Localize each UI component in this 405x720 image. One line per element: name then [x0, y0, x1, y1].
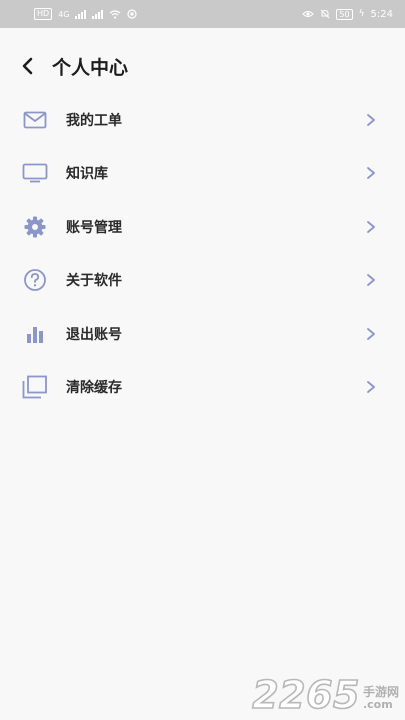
chevron-right-icon [367, 220, 375, 233]
menu-item-my-tickets[interactable]: 我的工单 [0, 93, 405, 147]
profile-menu: 我的工单 知识库 账号管理 关于软件 退出账号 清除缓存 [0, 93, 405, 414]
wifi-icon [110, 9, 121, 19]
chevron-right-icon [367, 113, 375, 126]
status-bar: HD 4G 50 ϟ 5:24 [0, 0, 405, 28]
status-bar-left: HD 4G [34, 8, 138, 20]
mail-icon [22, 107, 48, 133]
watermark-suffix-cn: 手游网 [362, 685, 399, 699]
battery-indicator: 50 [336, 8, 353, 20]
status-bar-right: 50 ϟ 5:24 [302, 8, 393, 20]
menu-item-label: 知识库 [66, 166, 108, 183]
charging-icon: ϟ [358, 9, 365, 19]
sync-icon [127, 9, 138, 19]
menu-item-knowledge-base[interactable]: 知识库 [0, 147, 405, 201]
watermark-number: 2265 [251, 673, 360, 717]
chevron-right-icon [367, 274, 375, 287]
monitor-icon [22, 160, 48, 186]
layers-icon [22, 374, 48, 400]
menu-item-account-management[interactable]: 账号管理 [0, 200, 405, 254]
back-button[interactable] [16, 55, 38, 77]
question-circle-icon [22, 267, 48, 293]
mute-bell-icon [321, 9, 330, 19]
watermark-suffix: 手游网 .com [363, 685, 399, 711]
signal-strength-icon [75, 9, 87, 19]
bar-chart-icon [22, 321, 48, 347]
chevron-right-icon [367, 167, 375, 180]
gear-icon [22, 214, 48, 240]
menu-item-label: 退出账号 [66, 326, 122, 343]
site-watermark: 2265 手游网 .com [251, 673, 399, 717]
back-arrow-icon [22, 57, 33, 75]
watermark-suffix-domain: .com [362, 698, 393, 711]
menu-item-label: 清除缓存 [66, 380, 122, 397]
chevron-right-icon [367, 381, 375, 394]
signal-strength-2-icon [92, 9, 104, 19]
network-type-label: 4G [58, 9, 70, 19]
eye-icon [302, 11, 315, 17]
menu-item-label: 账号管理 [66, 219, 122, 236]
status-time: 5:24 [370, 8, 393, 20]
chevron-right-icon [367, 327, 375, 340]
page-header: 个人中心 [0, 44, 405, 88]
menu-item-clear-cache[interactable]: 清除缓存 [0, 361, 405, 415]
menu-item-about[interactable]: 关于软件 [0, 254, 405, 308]
menu-item-label: 关于软件 [66, 273, 122, 290]
menu-item-logout[interactable]: 退出账号 [0, 307, 405, 361]
page-title: 个人中心 [52, 56, 129, 79]
menu-item-label: 我的工单 [66, 112, 122, 129]
hd-indicator: HD [34, 8, 53, 20]
